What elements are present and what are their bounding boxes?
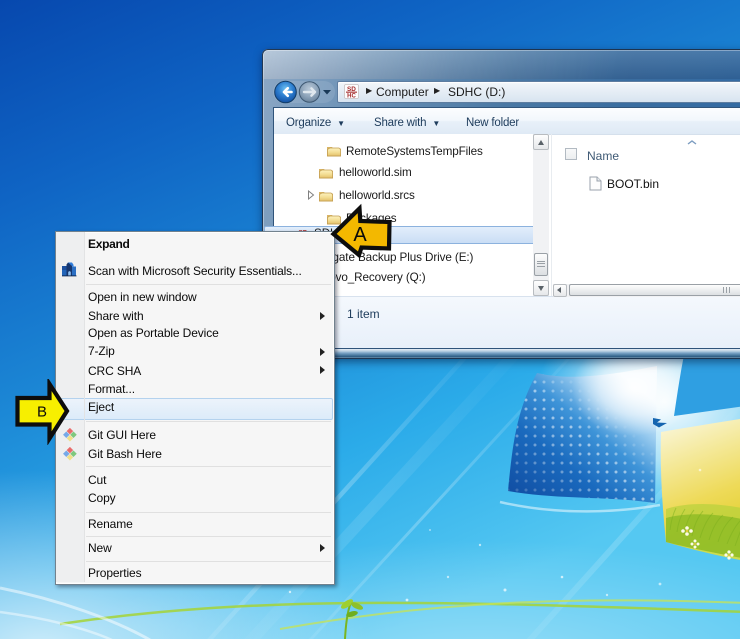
svg-text:A: A xyxy=(353,224,367,246)
svg-text:HC: HC xyxy=(347,94,356,99)
svg-text:B: B xyxy=(37,404,47,421)
